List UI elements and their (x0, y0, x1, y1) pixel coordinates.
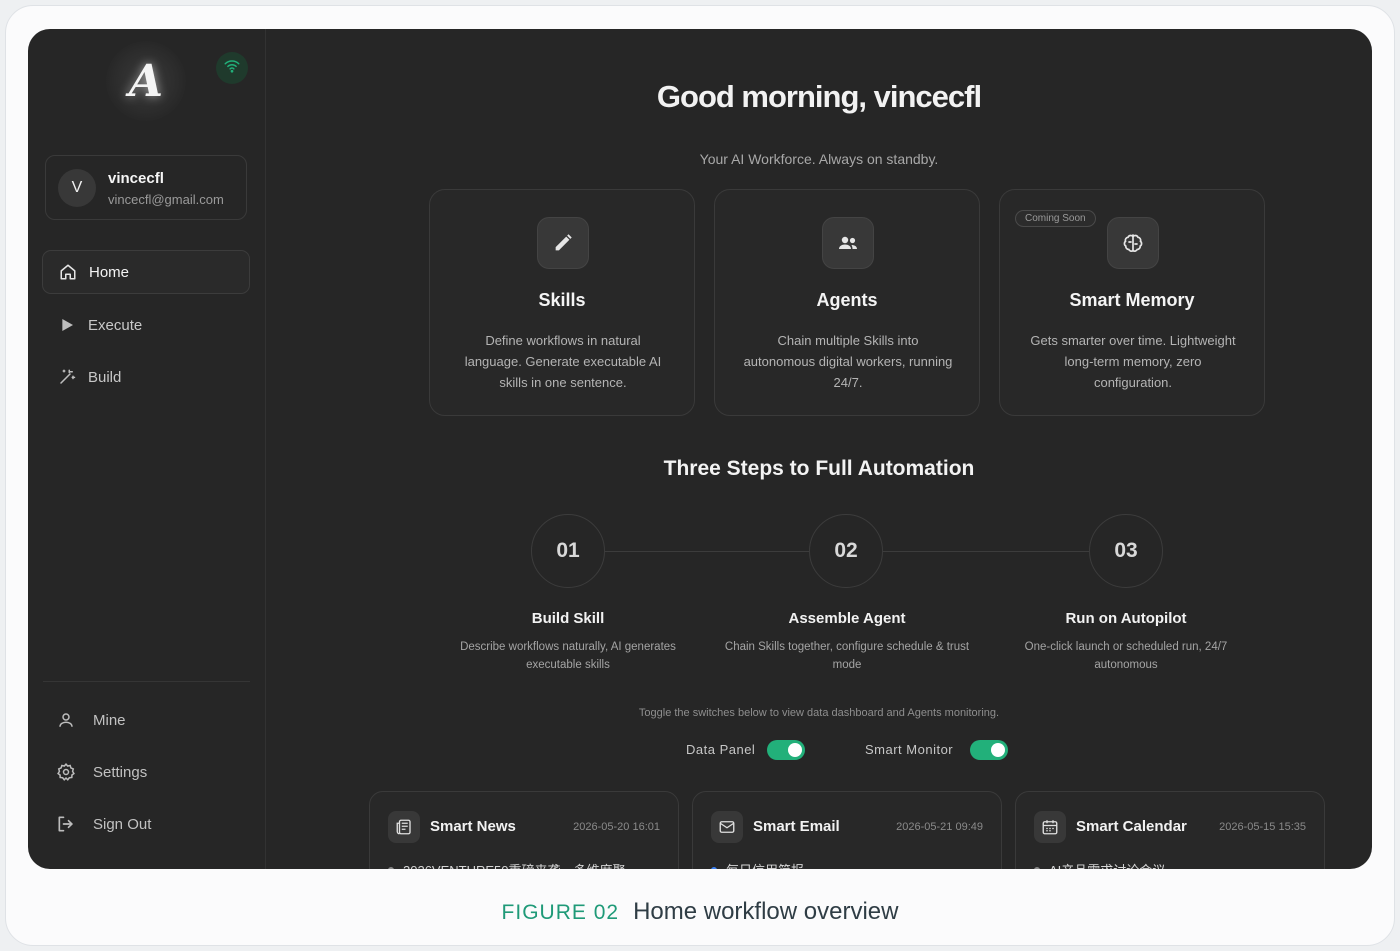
brain-icon (1107, 217, 1159, 269)
sidebar-item-label: Settings (93, 763, 148, 781)
data-panel-toggle[interactable] (767, 740, 805, 760)
figure-title: Home workflow overview (633, 898, 899, 925)
sidebar-item-label: Build (88, 368, 122, 386)
feature-card-agents[interactable]: Agents Chain multiple Skills into autono… (714, 189, 980, 416)
list-item[interactable]: 2026VENTURE50重磅来袭，多维度聚 (388, 860, 626, 869)
magic-wand-icon (58, 368, 76, 386)
panel-smart-news[interactable]: Smart News 2026-05-20 16:01 2026VENTURE5… (369, 791, 679, 869)
step-connector (883, 551, 1089, 552)
toggle-label: Smart Monitor (865, 742, 954, 757)
sidebar-item-home[interactable]: Home (42, 250, 250, 294)
sidebar-item-mine[interactable]: Mine (56, 708, 126, 732)
panel-title: Smart Email (753, 818, 840, 835)
panel-timestamp: 2026-05-20 16:01 (573, 821, 660, 833)
sidebar-item-label: Home (89, 263, 130, 281)
app-window: A V vincecfl vincecfl@gmail.com Home Exe… (28, 29, 1372, 869)
gear-icon (56, 762, 76, 782)
avatar: V (58, 169, 96, 207)
toggle-knob (991, 743, 1005, 757)
page-title: Good morning, vincecfl (656, 79, 982, 114)
step-description: Describe workflows naturally, AI generat… (460, 641, 676, 671)
feature-title: Smart Memory (1069, 290, 1195, 310)
pencil-icon (537, 217, 589, 269)
step-title: Run on Autopilot (1065, 610, 1187, 627)
coming-soon-badge: Coming Soon (1015, 210, 1096, 227)
figure-number: FIGURE 02 (501, 901, 620, 924)
page-subtitle: Your AI Workforce. Always on standby. (699, 151, 939, 167)
toggle-knob (788, 743, 802, 757)
feature-description: Gets smarter over time. Lightweight long… (1030, 333, 1236, 390)
steps-title: Three Steps to Full Automation (663, 457, 975, 480)
sidebar: A V vincecfl vincecfl@gmail.com Home Exe… (28, 29, 266, 869)
step-description: One-click launch or scheduled run, 24/7 … (1024, 641, 1228, 671)
panel-title: Smart Calendar (1076, 818, 1187, 835)
status-dot (388, 866, 394, 869)
newspaper-icon (388, 811, 420, 843)
figure-caption: FIGURE 02 Home workflow overview (0, 898, 1400, 926)
sidebar-item-label: Execute (88, 316, 143, 334)
step-title: Assemble Agent (788, 610, 906, 627)
status-dot (1034, 866, 1040, 869)
sidebar-divider (43, 681, 250, 682)
status-dot (711, 866, 717, 869)
wifi-icon (223, 57, 241, 80)
feature-description: Define workflows in natural language. Ge… (464, 333, 662, 390)
sidebar-item-settings[interactable]: Settings (56, 760, 147, 784)
step-title: Build Skill (531, 610, 605, 627)
list-item-text: 每日信用简报 (726, 860, 804, 869)
home-icon (59, 263, 77, 281)
connection-status[interactable] (216, 52, 248, 84)
feature-title: Skills (538, 290, 586, 310)
app-logo[interactable]: A (106, 41, 186, 121)
mail-icon (711, 811, 743, 843)
toggle-label: Data Panel (686, 742, 756, 757)
smart-monitor-toggle[interactable] (970, 740, 1008, 760)
feature-card-smart-memory[interactable]: Coming Soon Smart Memory Gets smarter ov… (999, 189, 1265, 416)
sign-out-icon (56, 814, 76, 834)
toggle-hint: Toggle the switches below to view data d… (638, 707, 1000, 719)
sidebar-item-sign-out[interactable]: Sign Out (56, 812, 151, 836)
feature-title: Agents (816, 290, 878, 310)
sidebar-item-execute[interactable]: Execute (42, 303, 250, 347)
panel-timestamp: 2026-05-21 09:49 (896, 821, 983, 833)
feature-description: Chain multiple Skills into autonomous di… (743, 333, 953, 390)
panel-smart-email[interactable]: Smart Email 2026-05-21 09:49 每日信用简报 (692, 791, 1002, 869)
user-email: vincecfl@gmail.com (108, 192, 224, 207)
sidebar-item-label: Sign Out (93, 815, 152, 833)
step-description: Chain Skills together, configure schedul… (724, 641, 970, 671)
calendar-icon (1034, 811, 1066, 843)
users-icon (822, 217, 874, 269)
step-number: 02 (809, 514, 883, 588)
list-item-text: AI产品需求讨论会议 (1049, 860, 1165, 869)
logo-letter: A (128, 55, 164, 107)
user-icon (56, 710, 76, 730)
list-item[interactable]: AI产品需求讨论会议 (1034, 860, 1165, 869)
panel-smart-calendar[interactable]: Smart Calendar 2026-05-15 15:35 AI产品需求讨论… (1015, 791, 1325, 869)
list-item[interactable]: 每日信用简报 (711, 860, 804, 869)
play-icon (58, 316, 76, 334)
step-number: 03 (1089, 514, 1163, 588)
panel-timestamp: 2026-05-15 15:35 (1219, 821, 1306, 833)
panel-title: Smart News (430, 818, 516, 835)
sidebar-item-build[interactable]: Build (42, 355, 250, 399)
main-content: Good morning, vincecfl Your AI Workforce… (266, 29, 1372, 869)
sidebar-item-label: Mine (93, 711, 126, 729)
list-item-text: 2026VENTURE50重磅来袭，多维度聚 (403, 860, 626, 869)
user-name: vincecfl (108, 170, 164, 187)
step-connector (605, 551, 809, 552)
feature-card-skills[interactable]: Skills Define workflows in natural langu… (429, 189, 695, 416)
user-profile-card[interactable]: V vincecfl vincecfl@gmail.com (45, 155, 247, 220)
step-number: 01 (531, 514, 605, 588)
